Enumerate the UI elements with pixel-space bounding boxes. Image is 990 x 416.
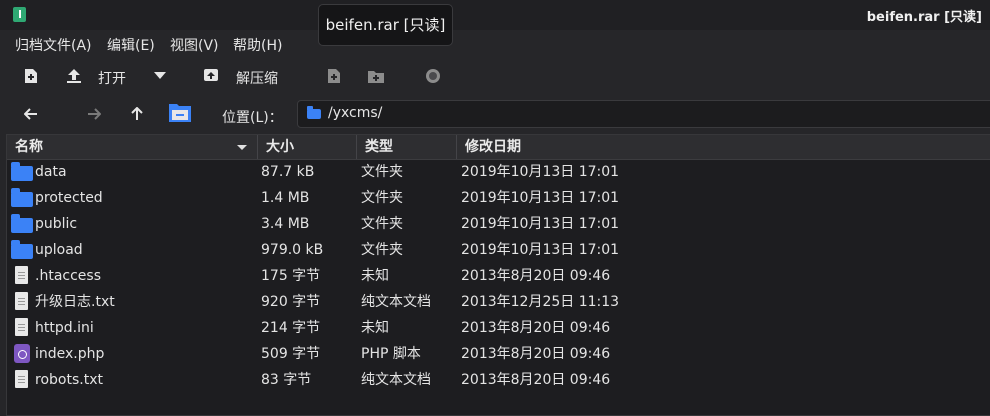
archive-manager-app-icon [13, 7, 26, 22]
file-type: 文件夹 [361, 190, 403, 206]
text-document-icon [15, 292, 28, 310]
file-name: httpd.ini [35, 320, 94, 336]
column-header-size[interactable]: 大小 [258, 135, 357, 159]
file-modified-date: 2013年8月20日 09:46 [461, 346, 611, 362]
folder-icon [11, 214, 33, 233]
file-size: 3.4 MB [261, 216, 310, 232]
column-header-type[interactable]: 类型 [357, 135, 457, 159]
location-path[interactable]: /yxcms/ [328, 105, 382, 121]
file-type: 文件夹 [361, 242, 403, 258]
text-document-icon [15, 370, 28, 388]
add-file-icon [328, 69, 340, 83]
file-type: 纯文本文档 [361, 294, 431, 310]
file-modified-date: 2019年10月13日 17:01 [461, 242, 620, 258]
file-list[interactable]: 名称 大小 类型 修改日期 data 87.7 kB 文件夹 2019年10月13日 … [6, 134, 990, 416]
file-modified-date: 2013年8月20日 09:46 [461, 268, 611, 284]
window-title-tooltip: beifen.rar [只读] [318, 4, 453, 46]
column-header-modified[interactable]: 修改日期 [457, 135, 990, 159]
forward-arrow-icon[interactable] [87, 108, 101, 120]
folder-icon [11, 188, 33, 207]
php-icon [14, 344, 30, 363]
folder-icon [11, 240, 33, 259]
file-modified-date: 2019年10月13日 17:01 [461, 164, 620, 180]
file-size: 1.4 MB [261, 190, 310, 206]
file-name: public [35, 216, 78, 232]
menu-help[interactable]: 帮助(H) [233, 35, 282, 55]
file-type: 未知 [361, 268, 389, 284]
open-dropdown-chevron-icon[interactable] [154, 72, 166, 80]
location-bar: 位置(L)： /yxcms/ [0, 96, 990, 132]
file-row[interactable]: .htaccess 175 字节 未知 2013年8月20日 09:46 [7, 263, 990, 289]
file-name: index.php [35, 346, 105, 362]
column-header-name[interactable]: 名称 [7, 135, 258, 159]
file-row[interactable]: 升级日志.txt 920 字节 纯文本文档 2013年12月25日 11:13 [7, 289, 990, 315]
file-name: data [35, 164, 67, 180]
file-row[interactable]: public 3.4 MB 文件夹 2019年10月13日 17:01 [7, 211, 990, 237]
window-title: beifen.rar [只读] [866, 10, 982, 25]
file-name: 升级日志.txt [35, 294, 115, 310]
file-row[interactable]: upload 979.0 kB 文件夹 2019年10月13日 17:01 [7, 237, 990, 263]
home-folder-icon[interactable] [169, 102, 191, 122]
file-name: protected [35, 190, 103, 206]
file-modified-date: 2013年8月20日 09:46 [461, 320, 611, 336]
file-row[interactable]: data 87.7 kB 文件夹 2019年10月13日 17:01 [7, 159, 990, 185]
title-bar: beifen.rar [只读] [0, 0, 990, 30]
menu-archive[interactable]: 归档文件(A) [15, 35, 92, 55]
file-modified-date: 2013年12月25日 11:13 [461, 294, 620, 310]
file-type: 文件夹 [361, 216, 403, 232]
extract-icon[interactable] [203, 67, 219, 83]
location-input[interactable]: /yxcms/ [297, 100, 990, 128]
file-size: 214 字节 [261, 320, 321, 336]
menu-edit[interactable]: 编辑(E) [107, 35, 155, 55]
new-archive-icon[interactable] [23, 68, 39, 84]
file-name: robots.txt [35, 372, 103, 388]
menu-bar: 归档文件(A) 编辑(E) 视图(V) 帮助(H) [0, 30, 990, 60]
file-name: upload [35, 242, 83, 258]
file-name: .htaccess [35, 268, 101, 284]
file-modified-date: 2019年10月13日 17:01 [461, 216, 620, 232]
document-icon [15, 318, 28, 336]
file-size: 920 字节 [261, 294, 321, 310]
file-modified-date: 2019年10月13日 17:01 [461, 190, 620, 206]
folder-icon [307, 106, 321, 119]
column-header-row: 名称 大小 类型 修改日期 [7, 135, 990, 160]
file-size: 87.7 kB [261, 164, 315, 180]
add-folder-icon [368, 71, 384, 83]
up-arrow-icon[interactable] [131, 107, 143, 121]
file-row[interactable]: protected 1.4 MB 文件夹 2019年10月13日 17:01 [7, 185, 990, 211]
sort-descending-icon [237, 145, 247, 150]
file-row[interactable]: index.php 509 字节 PHP 脚本 2013年8月20日 09:46 [7, 341, 990, 367]
file-type: 文件夹 [361, 164, 403, 180]
file-type: PHP 脚本 [361, 346, 421, 362]
open-icon[interactable] [66, 68, 82, 84]
column-header-name-label: 名称 [15, 139, 43, 155]
file-size: 509 字节 [261, 346, 321, 362]
file-type: 未知 [361, 320, 389, 336]
file-row[interactable]: robots.txt 83 字节 纯文本文档 2013年8月20日 09:46 [7, 367, 990, 393]
document-icon [15, 266, 28, 284]
file-size: 175 字节 [261, 268, 321, 284]
folder-icon [11, 162, 33, 181]
file-size: 979.0 kB [261, 242, 324, 258]
extract-button[interactable]: 解压缩 [236, 68, 278, 88]
toolbar: 打开 解压缩 [0, 60, 990, 94]
file-modified-date: 2013年8月20日 09:46 [461, 372, 611, 388]
menu-view[interactable]: 视图(V) [170, 35, 219, 55]
back-arrow-icon[interactable] [24, 108, 38, 120]
stop-icon [426, 69, 440, 83]
location-label: 位置(L)： [222, 110, 283, 126]
file-row[interactable]: httpd.ini 214 字节 未知 2013年8月20日 09:46 [7, 315, 990, 341]
file-size: 83 字节 [261, 372, 312, 388]
file-type: 纯文本文档 [361, 372, 431, 388]
open-button[interactable]: 打开 [98, 68, 126, 88]
